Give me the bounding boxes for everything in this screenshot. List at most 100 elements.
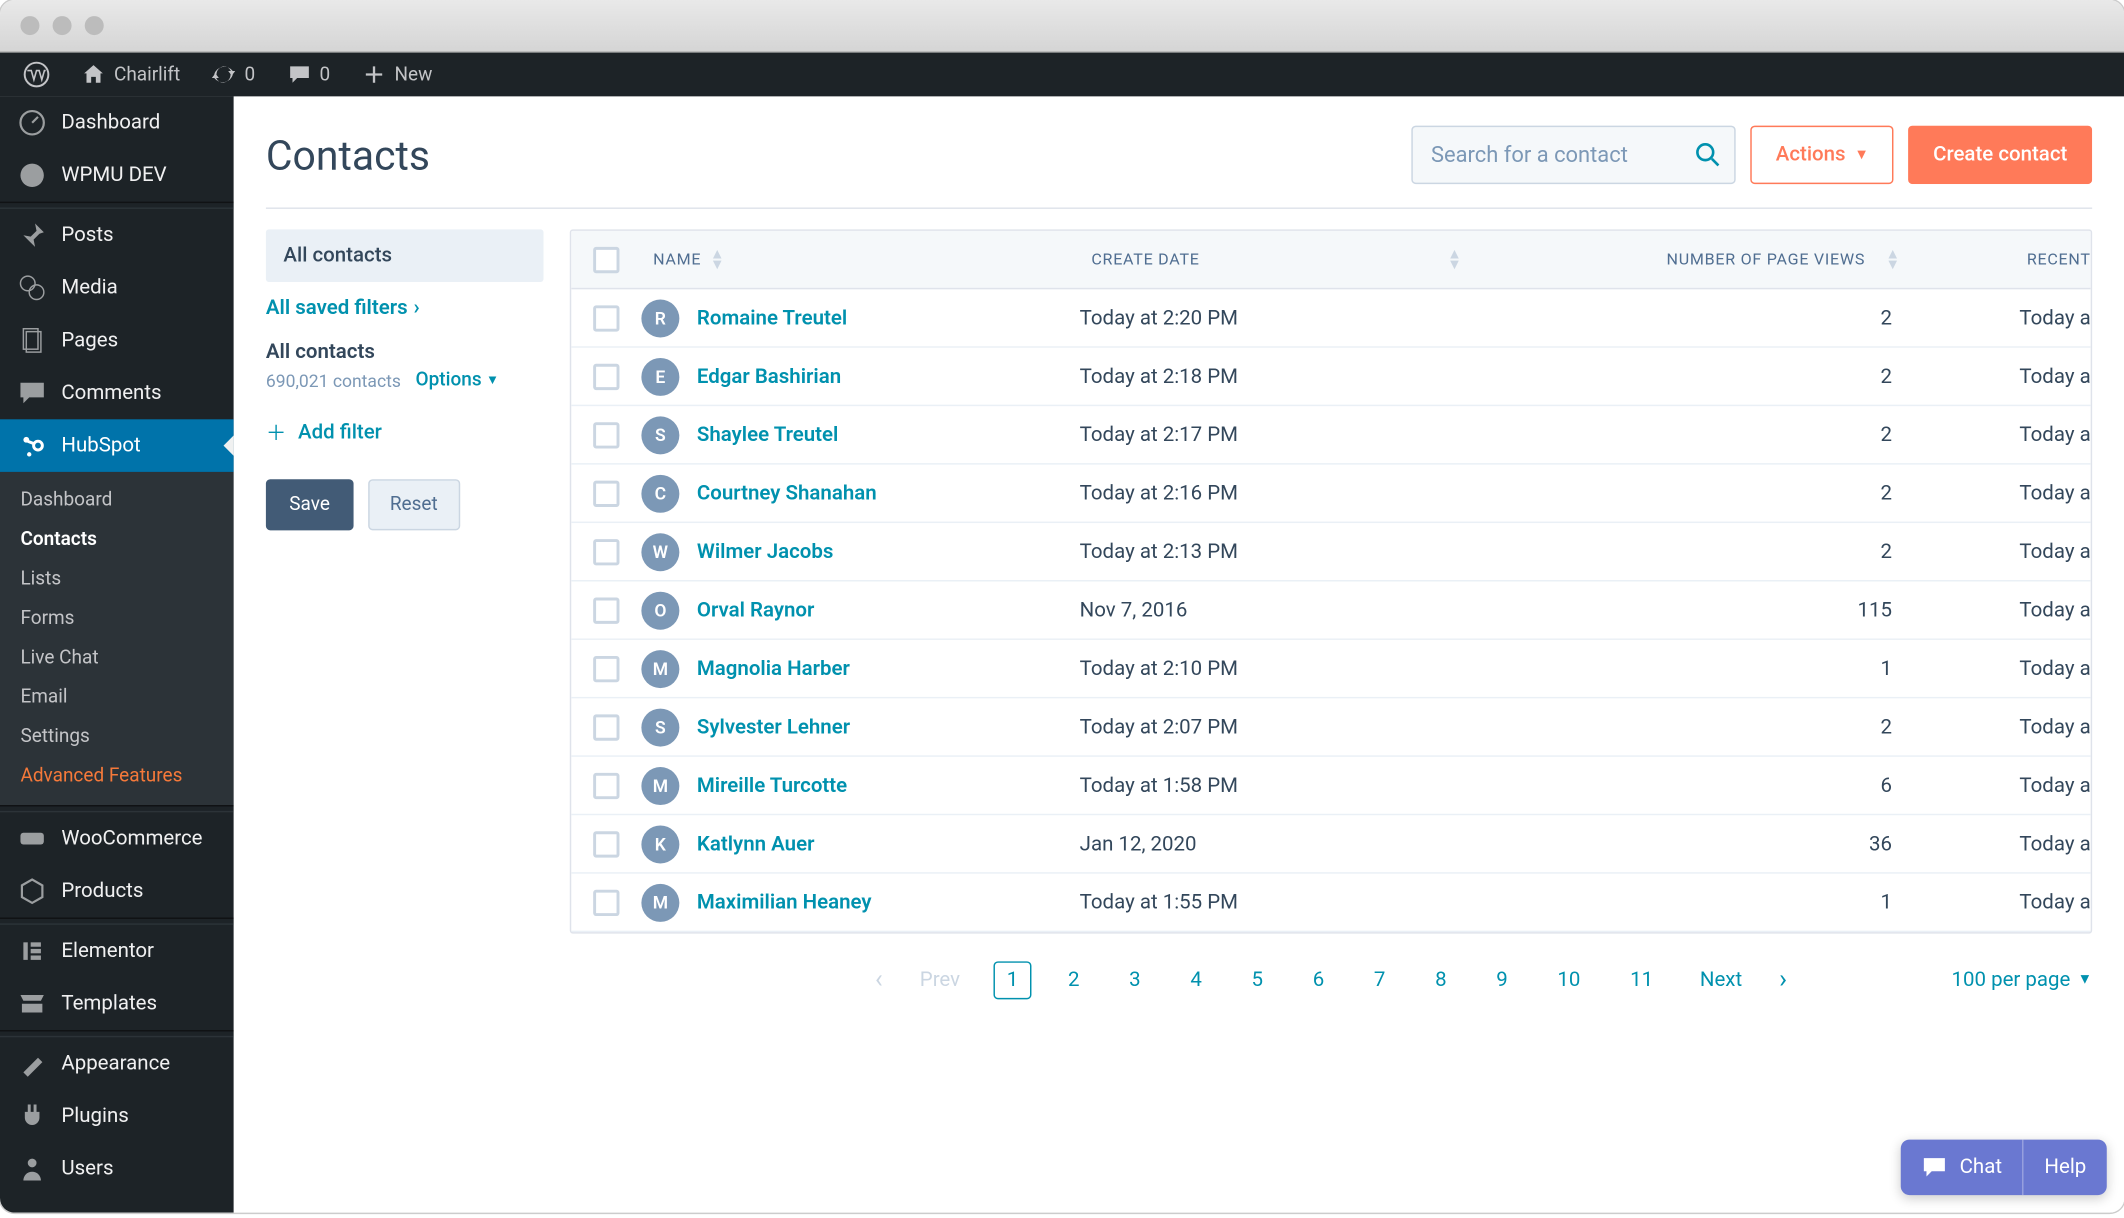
table-row: KKatlynn AuerJan 12, 202036Today a — [571, 815, 2090, 873]
filter-sidebar: All contacts All saved filters › All con… — [266, 229, 544, 1212]
pagination-prev[interactable]: Prev — [907, 961, 974, 999]
pagination-page-2[interactable]: 2 — [1055, 961, 1093, 999]
elementor-icon — [18, 937, 47, 966]
submenu-item-live-chat[interactable]: Live Chat — [0, 638, 234, 677]
chat-button[interactable]: Chat — [1901, 1140, 2022, 1196]
dashboard-icon — [18, 108, 47, 137]
sidebar-item-templates[interactable]: Templates — [0, 977, 234, 1030]
row-checkbox[interactable] — [593, 772, 619, 798]
pagination-page-5[interactable]: 5 — [1238, 961, 1276, 999]
sidebar-item-users[interactable]: Users — [0, 1143, 234, 1196]
templates-icon — [18, 989, 47, 1018]
sidebar-item-pages[interactable]: Pages — [0, 314, 234, 367]
submenu-item-forms[interactable]: Forms — [0, 599, 234, 638]
contact-name-link[interactable]: Edgar Bashirian — [697, 365, 841, 388]
pagination-page-9[interactable]: 9 — [1483, 961, 1521, 999]
sidebar-item-elementor[interactable]: Elementor — [0, 925, 234, 978]
contact-name-link[interactable]: Wilmer Jacobs — [697, 540, 833, 563]
column-recent[interactable]: RECENT — [1912, 250, 2090, 269]
row-checkbox[interactable] — [593, 305, 619, 331]
sidebar-item-hubspot[interactable]: HubSpot — [0, 419, 234, 472]
contact-name-link[interactable]: Courtney Shanahan — [697, 481, 877, 504]
submenu-item-email[interactable]: Email — [0, 678, 234, 717]
recent: Today a — [1912, 890, 2090, 913]
options-link[interactable]: Options ▼ — [416, 370, 499, 392]
comments-count: 0 — [319, 64, 330, 86]
recent: Today a — [1912, 365, 2090, 388]
create-date: Today at 1:58 PM — [1080, 774, 1474, 797]
sidebar-item-dashboard[interactable]: Dashboard — [0, 96, 234, 149]
per-page-selector[interactable]: 100 per page ▼ — [1952, 968, 2093, 991]
row-checkbox[interactable] — [593, 363, 619, 389]
sidebar-item-plugins[interactable]: Plugins — [0, 1090, 234, 1143]
contact-name-link[interactable]: Romaine Treutel — [697, 306, 847, 329]
saved-filters-link[interactable]: All saved filters › — [266, 297, 544, 320]
site-name-link[interactable]: Chairlift — [70, 53, 192, 97]
contact-name-link[interactable]: Mireille Turcotte — [697, 774, 847, 797]
submenu-item-advanced-features[interactable]: Advanced Features — [0, 757, 234, 796]
column-page-views[interactable]: NUMBER OF PAGE VIEWS ▲▼ — [1474, 249, 1912, 269]
pagination-next[interactable]: Next — [1687, 961, 1756, 999]
sidebar-item-comments[interactable]: Comments — [0, 367, 234, 420]
pagination-prev-arrow[interactable]: ‹ — [860, 957, 898, 1002]
traffic-minimize[interactable] — [53, 16, 72, 35]
add-filter-button[interactable]: ＋ Add filter — [266, 418, 544, 447]
column-create-date[interactable]: CREATE DATE ▲▼ — [1080, 249, 1474, 269]
sidebar-item-appearance[interactable]: Appearance — [0, 1037, 234, 1090]
row-checkbox[interactable] — [593, 597, 619, 623]
contact-name-link[interactable]: Katlynn Auer — [697, 832, 815, 855]
row-checkbox[interactable] — [593, 655, 619, 681]
row-checkbox[interactable] — [593, 714, 619, 740]
traffic-close[interactable] — [20, 16, 39, 35]
pagination-page-8[interactable]: 8 — [1422, 961, 1460, 999]
chat-label: Chat — [1960, 1156, 2002, 1179]
create-date: Today at 2:16 PM — [1080, 481, 1474, 504]
row-checkbox[interactable] — [593, 831, 619, 857]
main-content: Contacts Actions ▼ C — [234, 96, 2124, 1212]
wp-logo[interactable] — [12, 53, 62, 97]
pagination-page-3[interactable]: 3 — [1116, 961, 1154, 999]
sidebar-item-products[interactable]: Products — [0, 865, 234, 918]
updates-link[interactable]: 0 — [201, 53, 267, 97]
save-button[interactable]: Save — [266, 479, 353, 530]
comments-link[interactable]: 0 — [276, 53, 342, 97]
submenu-item-lists[interactable]: Lists — [0, 560, 234, 599]
row-checkbox[interactable] — [593, 889, 619, 915]
pages-icon — [18, 326, 47, 355]
row-checkbox[interactable] — [593, 421, 619, 447]
reset-button[interactable]: Reset — [368, 479, 460, 530]
sidebar-item-label: Templates — [61, 992, 157, 1015]
sidebar-item-media[interactable]: Media — [0, 262, 234, 315]
select-all-checkbox[interactable] — [593, 246, 619, 272]
submenu-item-settings[interactable]: Settings — [0, 717, 234, 756]
new-content-link[interactable]: New — [351, 53, 444, 97]
pagination-page-6[interactable]: 6 — [1300, 961, 1338, 999]
traffic-zoom[interactable] — [85, 16, 104, 35]
pagination-page-11[interactable]: 11 — [1617, 961, 1666, 999]
create-contact-button[interactable]: Create contact — [1908, 126, 2092, 184]
sidebar-item-wpmu-dev[interactable]: WPMU DEV — [0, 149, 234, 202]
contact-name-link[interactable]: Sylvester Lehner — [697, 715, 850, 738]
submenu-item-contacts[interactable]: Contacts — [0, 520, 234, 559]
submenu-item-dashboard[interactable]: Dashboard — [0, 481, 234, 520]
contact-name-link[interactable]: Orval Raynor — [697, 598, 814, 621]
contact-name-link[interactable]: Magnolia Harber — [697, 657, 850, 680]
pagination-page-4[interactable]: 4 — [1177, 961, 1215, 999]
row-checkbox[interactable] — [593, 480, 619, 506]
pagination-page-7[interactable]: 7 — [1361, 961, 1399, 999]
row-checkbox[interactable] — [593, 538, 619, 564]
sidebar-item-woocommerce[interactable]: WooCommerce — [0, 812, 234, 865]
pagination-next-arrow[interactable]: › — [1764, 957, 1802, 1002]
contact-name-link[interactable]: Maximilian Heaney — [697, 890, 872, 913]
actions-button[interactable]: Actions ▼ — [1751, 126, 1894, 184]
sidebar-item-label: Media — [61, 276, 117, 299]
sidebar-item-posts[interactable]: Posts — [0, 209, 234, 262]
contact-name-link[interactable]: Shaylee Treutel — [697, 423, 838, 446]
column-name[interactable]: NAME ▲▼ — [641, 249, 1079, 269]
pagination-page-1[interactable]: 1 — [994, 961, 1032, 999]
search-icon[interactable] — [1695, 142, 1721, 168]
pagination-page-10[interactable]: 10 — [1544, 961, 1593, 999]
help-button[interactable]: Help — [2022, 1140, 2106, 1196]
filter-tab-all[interactable]: All contacts — [266, 229, 544, 282]
search-input[interactable] — [1412, 126, 1736, 184]
